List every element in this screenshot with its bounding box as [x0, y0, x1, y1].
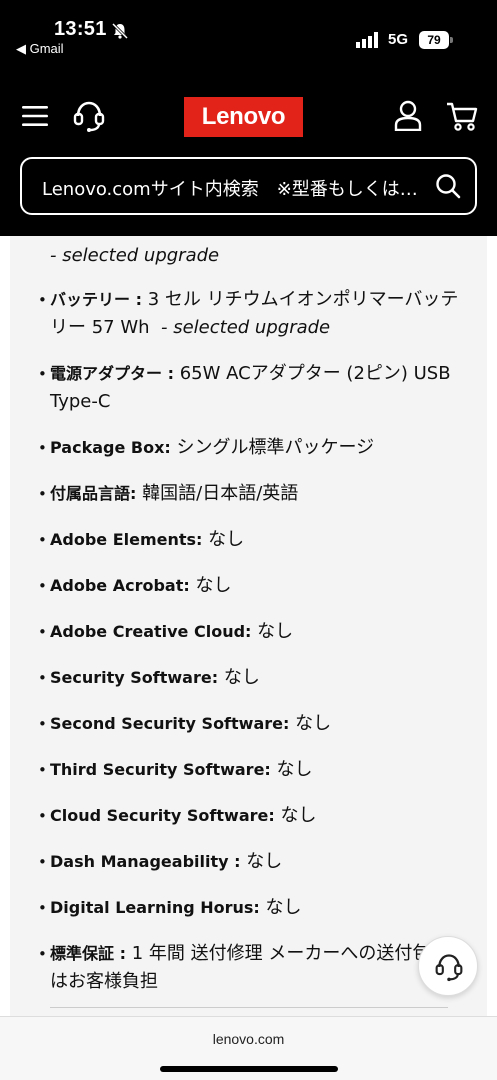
headset-support-icon[interactable] — [73, 99, 105, 133]
bullet: • — [38, 291, 47, 309]
back-to-gmail-link[interactable]: ◀ Gmail — [16, 41, 64, 57]
bullet: • — [38, 531, 47, 549]
spec-item: • Second Security Software: なし — [38, 710, 463, 738]
lenovo-logo[interactable]: Lenovo — [184, 97, 303, 137]
spec-item: • Security Software: なし — [38, 664, 463, 692]
spec-item: • Third Security Software: なし — [38, 756, 463, 784]
spec-label: 標準保証 : — [50, 944, 126, 963]
spec-label: Adobe Acrobat: — [50, 576, 190, 595]
bullet: • — [38, 761, 47, 779]
spec-item: • Adobe Creative Cloud: なし — [38, 618, 463, 646]
bullet: • — [38, 853, 47, 871]
spec-item: • バッテリー : 3 セル リチウムイオンポリマーバッテリー 57 Wh - s… — [38, 286, 463, 342]
spec-label: Package Box: — [50, 438, 171, 457]
spec-value: なし — [202, 529, 245, 550]
user-account-icon[interactable] — [393, 99, 423, 131]
spec-value: なし — [240, 851, 283, 872]
spec-value: なし — [274, 805, 317, 826]
spec-value: なし — [251, 621, 294, 642]
spec-item: • Adobe Acrobat: なし — [38, 572, 463, 600]
status-bar: 13:51 ◀ Gmail 5G 79 — [0, 0, 497, 62]
spec-list-main: • バッテリー : 3 セル リチウムイオンポリマーバッテリー 57 Wh - s… — [38, 286, 463, 1014]
spec-value: なし — [259, 897, 302, 918]
spec-item: • 付属品言語: 韓国語/日本語/英語 — [38, 480, 463, 508]
spec-label: Adobe Elements: — [50, 530, 203, 549]
spec-panel: - selected upgrade • バッテリー : 3 セル リチウムイオン… — [10, 236, 487, 1016]
bullet: • — [38, 899, 47, 917]
spec-label: Digital Learning Horus: — [50, 898, 260, 917]
spec-label: Adobe Creative Cloud: — [50, 622, 252, 641]
spec-item: • 標準保証 : 1 年間 送付修理 メーカーへの送付包料はお客様負担 — [38, 940, 463, 996]
bullet: • — [38, 945, 47, 963]
site-header: Lenovo Lenovo.comサイト内検索 ※型番もしくは… — [0, 62, 497, 236]
silent-bell-icon — [111, 22, 129, 40]
spec-value: なし — [189, 575, 232, 596]
bullet: • — [38, 669, 47, 687]
spec-label: Third Security Software: — [50, 760, 271, 779]
bullet: • — [38, 807, 47, 825]
spec-label: 電源アダプター : — [50, 364, 174, 383]
hamburger-menu-icon[interactable] — [22, 105, 48, 127]
search-input[interactable]: Lenovo.comサイト内検索 ※型番もしくは… — [42, 175, 430, 201]
bullet: • — [38, 577, 47, 595]
bullet: • — [38, 439, 47, 457]
bullet: • — [38, 623, 47, 641]
spec-item: • Package Box: シングル標準パッケージ — [38, 434, 463, 462]
bullet: • — [38, 715, 47, 733]
headset-chat-icon — [435, 954, 463, 982]
spec-list: - selected upgrade — [38, 242, 463, 288]
spec-item: • Digital Learning Horus: なし — [38, 894, 463, 922]
spec-value: シングル標準パッケージ — [170, 437, 375, 458]
spec-item-partial: - selected upgrade — [38, 242, 463, 270]
spec-item: • 電源アダプター : 65W ACアダプター (2ピン) USB Type-C — [38, 360, 463, 416]
network-type: 5G — [388, 31, 409, 48]
spec-value: なし — [218, 667, 260, 688]
spec-label: 付属品言語: — [50, 484, 137, 503]
spec-label: バッテリー : — [50, 290, 142, 309]
home-indicator[interactable] — [160, 1066, 338, 1072]
bullet: • — [38, 365, 47, 383]
spec-content: - selected upgrade • バッテリー : 3 セル リチウムイオン… — [0, 236, 497, 1016]
spec-label: Second Security Software: — [50, 714, 290, 733]
search-icon[interactable] — [435, 173, 461, 199]
spec-item: • Cloud Security Software: なし — [38, 802, 463, 830]
status-time: 13:51 — [54, 18, 107, 40]
spec-value: なし — [289, 713, 332, 734]
url-label[interactable]: lenovo.com — [0, 1031, 497, 1047]
spec-item: • Dash Manageability : なし — [38, 848, 463, 876]
spec-value: なし — [270, 759, 313, 780]
battery-tip — [450, 37, 453, 43]
spec-value: 韓国語/日本語/英語 — [136, 483, 299, 504]
spec-note: - selected upgrade — [161, 317, 331, 338]
site-search-box[interactable]: Lenovo.comサイト内検索 ※型番もしくは… — [20, 157, 477, 215]
spec-label: Dash Manageability : — [50, 852, 241, 871]
signal-icon — [356, 32, 378, 48]
spec-item: • Adobe Elements: なし — [38, 526, 463, 554]
battery-icon: 79 — [419, 31, 449, 49]
spec-label: Cloud Security Software: — [50, 806, 275, 825]
spec-label: Security Software: — [50, 668, 219, 687]
spec-note: - selected upgrade — [50, 245, 220, 266]
browser-bottom-bar: lenovo.com — [0, 1016, 497, 1080]
chat-support-button[interactable] — [418, 936, 478, 996]
bullet: • — [38, 485, 47, 503]
divider — [50, 1007, 448, 1008]
shopping-cart-icon[interactable] — [446, 101, 478, 131]
